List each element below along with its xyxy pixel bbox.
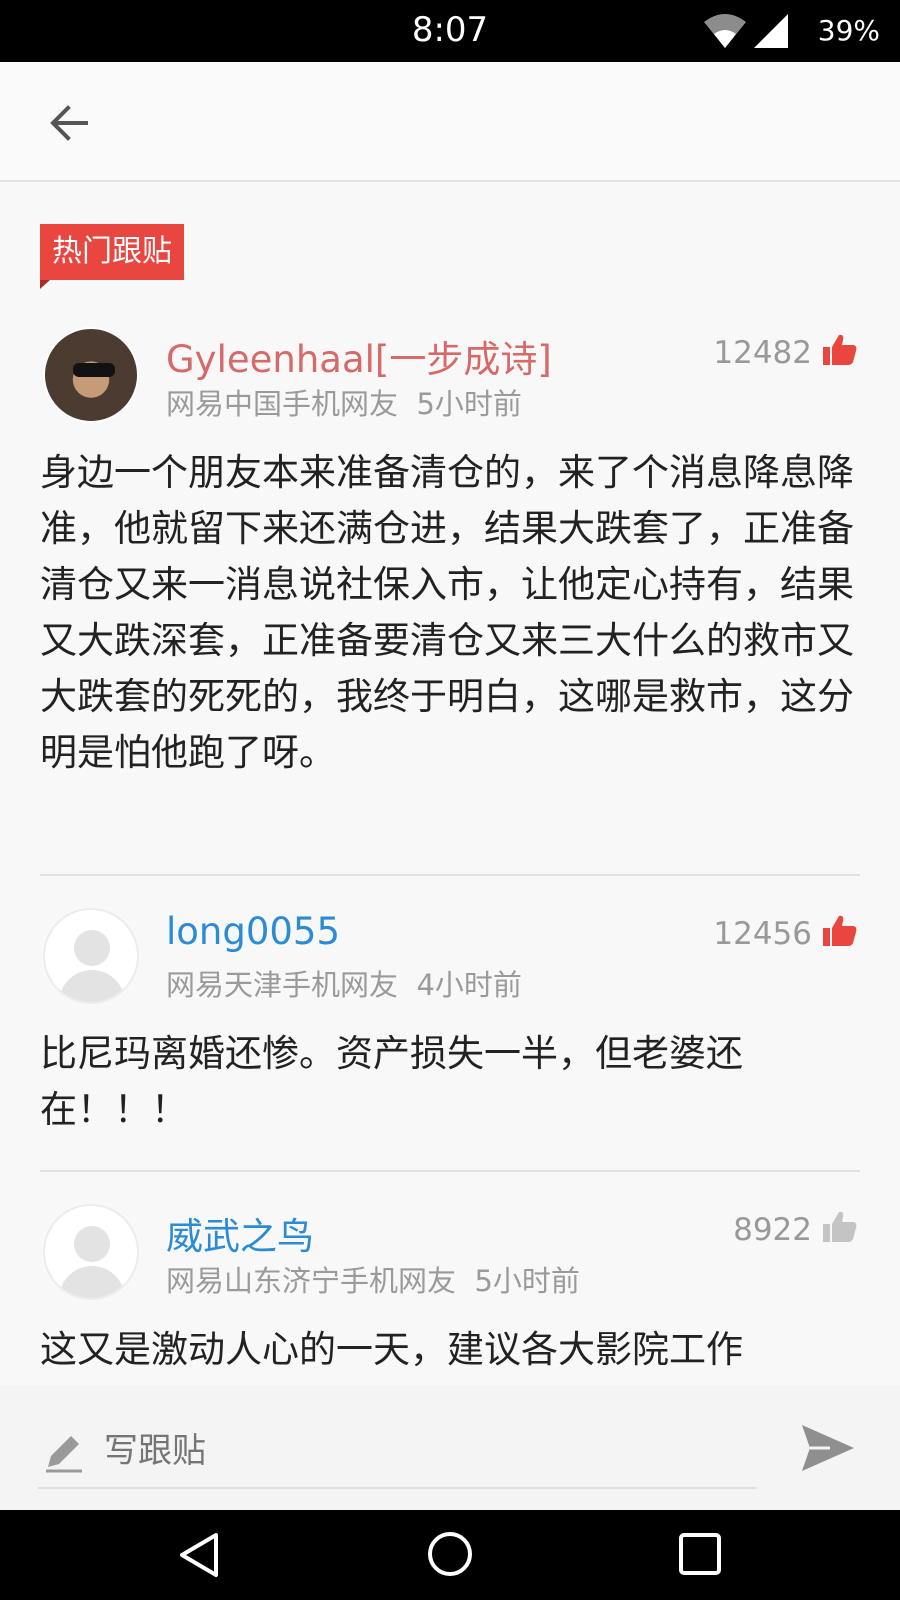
avatar-body bbox=[59, 1266, 125, 1298]
signal-icon bbox=[754, 14, 788, 48]
thumbs-up-icon[interactable] bbox=[820, 912, 858, 948]
reply-input[interactable] bbox=[104, 1420, 724, 1482]
avatar[interactable] bbox=[43, 1204, 139, 1300]
comment-location: 网易中国手机网友 bbox=[166, 387, 399, 421]
comment-list[interactable]: 热门跟贴 Gyleenhaal[一步成诗] 网易中国手机网友 5小时前 1248… bbox=[0, 182, 900, 1385]
comment-time: 5小时前 bbox=[416, 387, 522, 421]
comment-username[interactable]: long0055 bbox=[166, 910, 340, 953]
nav-home-icon[interactable] bbox=[427, 1531, 473, 1577]
avatar-head bbox=[74, 1226, 110, 1262]
comment-username[interactable]: 威武之鸟 bbox=[166, 1206, 314, 1260]
reply-input-underline bbox=[38, 1487, 756, 1489]
system-nav-bar bbox=[0, 1510, 900, 1600]
like-count: 8922 bbox=[733, 1212, 812, 1248]
send-icon[interactable] bbox=[800, 1423, 856, 1473]
comment-meta: 网易山东济宁手机网友 5小时前 bbox=[166, 1258, 580, 1300]
reply-bar bbox=[0, 1385, 900, 1510]
app-bar bbox=[0, 62, 900, 182]
comment-location: 网易天津手机网友 bbox=[166, 968, 399, 1002]
comment-text: 比尼玛离婚还惨。资产损失一半，但老婆还在！！！ bbox=[40, 1032, 743, 1131]
comment-time: 4小时前 bbox=[416, 968, 522, 1002]
comment-text: 身边一个朋友本来准备清仓的，来了个消息降息降准，他就留下来还满仓进，结果大跌套了… bbox=[40, 451, 854, 774]
comment-meta: 网易中国手机网友 5小时前 bbox=[166, 381, 522, 423]
nav-back-icon[interactable] bbox=[176, 1531, 224, 1579]
divider bbox=[40, 1170, 860, 1172]
avatar[interactable] bbox=[43, 908, 139, 1004]
nav-recent-apps-icon[interactable] bbox=[679, 1533, 721, 1575]
wifi-icon bbox=[704, 14, 746, 48]
comment-location: 网易山东济宁手机网友 bbox=[166, 1264, 457, 1298]
battery-percentage: 39% bbox=[817, 14, 880, 47]
like-count: 12456 bbox=[713, 916, 812, 952]
avatar-head bbox=[74, 930, 110, 966]
sunglasses-detail bbox=[73, 363, 115, 377]
comment-username[interactable]: Gyleenhaal[一步成诗] bbox=[166, 329, 552, 383]
thumbs-up-icon[interactable] bbox=[820, 331, 858, 367]
comment-meta: 网易天津手机网友 4小时前 bbox=[166, 962, 522, 1004]
comment-text: 这又是激动人心的一天，建议各大影院工作 bbox=[40, 1328, 743, 1371]
hot-comments-label: 热门跟贴 bbox=[40, 224, 184, 289]
avatar-body bbox=[59, 970, 125, 1002]
comment-time: 5小时前 bbox=[474, 1264, 580, 1298]
back-arrow-icon[interactable] bbox=[46, 100, 92, 146]
like-count: 12482 bbox=[713, 335, 812, 371]
divider bbox=[40, 874, 860, 876]
status-bar: 8:07 39% bbox=[0, 0, 900, 62]
pencil-icon bbox=[46, 1436, 82, 1473]
thumbs-up-icon[interactable] bbox=[820, 1208, 858, 1244]
avatar[interactable] bbox=[43, 327, 139, 423]
